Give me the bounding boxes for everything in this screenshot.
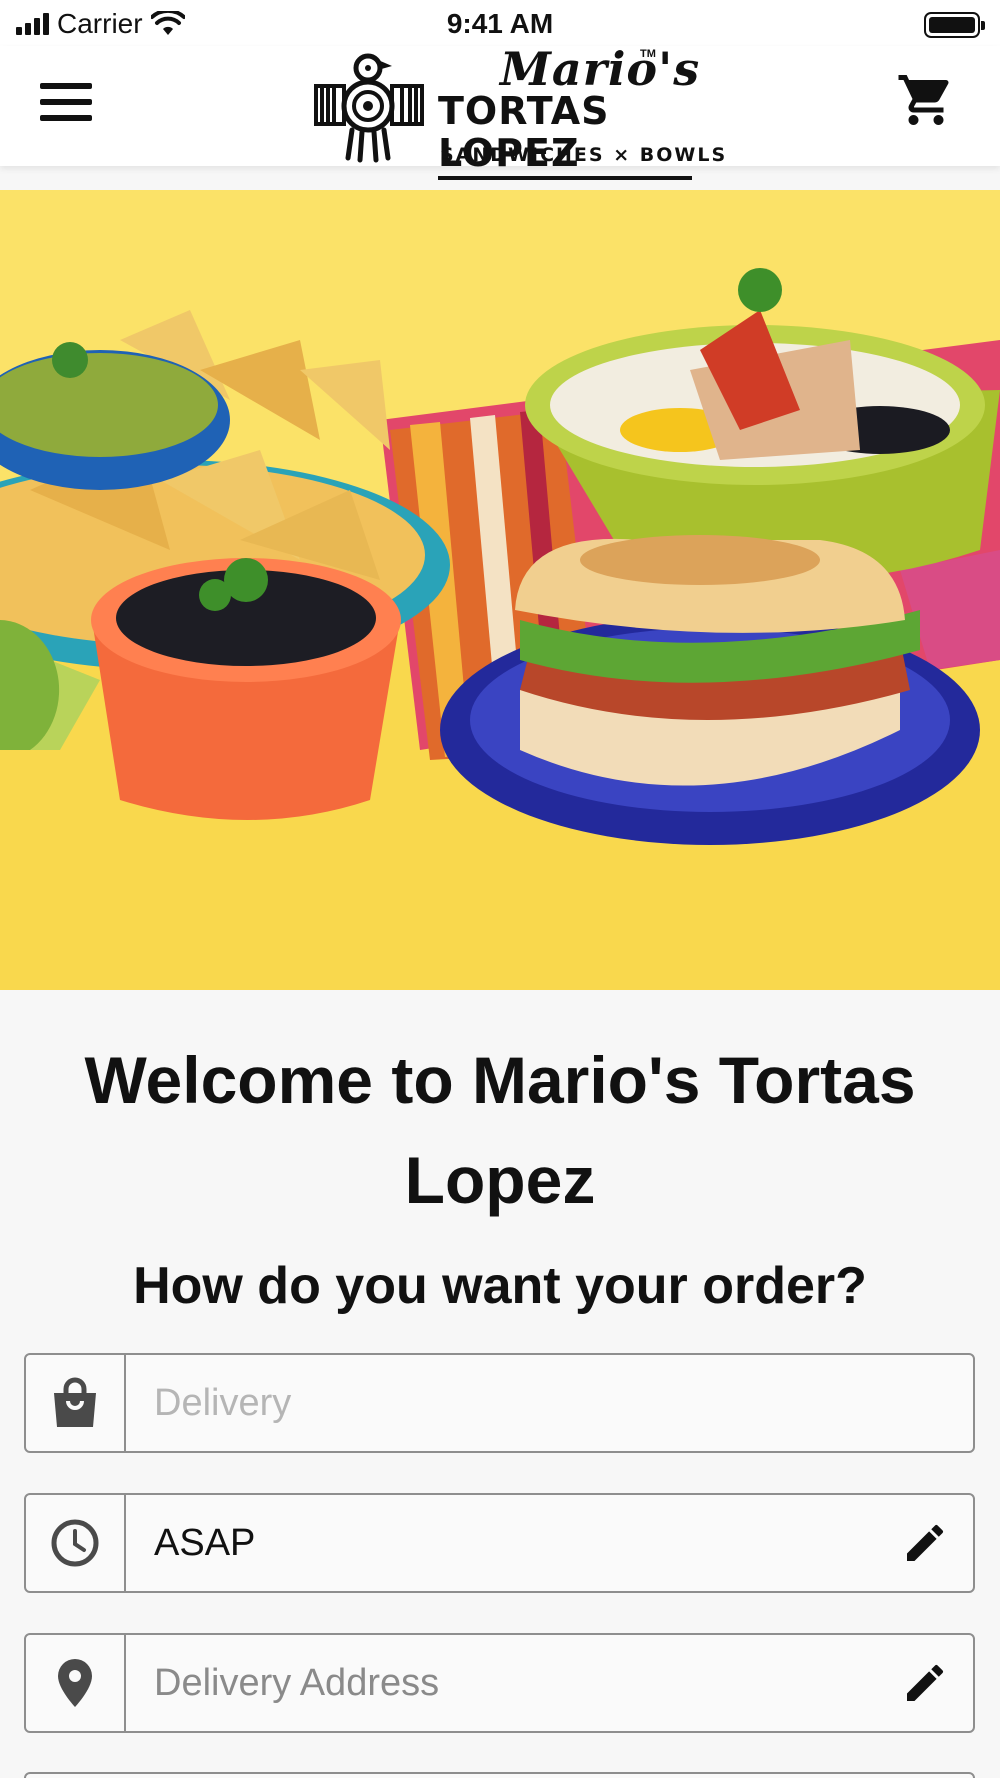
welcome-heading: Welcome to Mario's Tortas Lopez (84, 1043, 916, 1217)
status-time: 9:41 AM (446, 8, 554, 39)
order-type-field[interactable]: Delivery (24, 1353, 975, 1453)
next-field-partial[interactable] (24, 1772, 975, 1778)
edit-time-button[interactable] (877, 1495, 973, 1591)
clock-icon (51, 1519, 99, 1567)
pencil-icon (907, 1524, 944, 1561)
status-bar: Carrier 9:41 AM (0, 0, 1000, 46)
order-time-icon-box (26, 1495, 126, 1591)
order-type-placeholder: Delivery (154, 1381, 292, 1424)
logo-subtitle: SANDWICHES × BOWLS (440, 144, 728, 166)
app-header: Mario's TM TORTAS LOPEZ SANDWICHES × BOW… (0, 42, 1000, 180)
logo-main-text: TORTAS LOPEZ (438, 90, 692, 180)
hero-illustration (0, 190, 1000, 990)
order-time-field[interactable]: ASAP (24, 1493, 975, 1593)
hero-food-image (0, 190, 1000, 990)
address-icon-box (26, 1635, 126, 1731)
order-type-question: How do you want your order? (133, 1257, 867, 1315)
edit-address-button[interactable] (877, 1635, 973, 1731)
order-type-icon-box (26, 1355, 126, 1451)
pencil-icon (907, 1664, 944, 1701)
location-pin-icon (58, 1659, 92, 1707)
battery-icon (924, 12, 985, 38)
logo-trademark: TM (640, 48, 656, 60)
shopping-bag-icon (54, 1377, 96, 1427)
menu-button[interactable] (40, 74, 96, 130)
brand-logo: Mario's TM TORTAS LOPEZ SANDWICHES × BOW… (312, 42, 725, 180)
delivery-address-placeholder: Delivery Address (154, 1661, 440, 1704)
delivery-address-field[interactable]: Delivery Address (24, 1633, 975, 1733)
order-time-value: ASAP (154, 1521, 256, 1564)
logo-script-text: Mario's (500, 42, 701, 96)
bird-logo-icon (314, 53, 424, 163)
cart-icon[interactable] (896, 70, 956, 130)
